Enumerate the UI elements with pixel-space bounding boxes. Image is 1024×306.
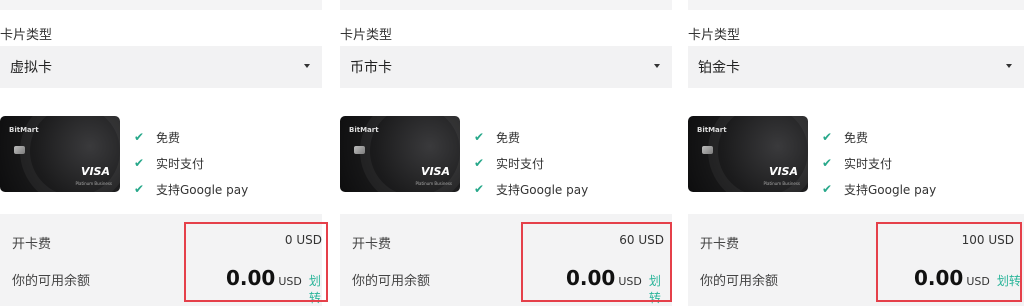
card-image: BitMart VISA Platinum Business (340, 116, 460, 192)
card-tier: Platinum Business (763, 181, 800, 186)
feature-item: ✔ 免费 (822, 130, 869, 145)
feature-item: ✔ 免费 (474, 130, 521, 145)
highlight-box (184, 222, 328, 302)
card-type-value: 币市卡 (350, 60, 392, 76)
card-type-label: 卡片类型 (0, 28, 53, 43)
check-icon: ✔ (822, 182, 833, 196)
check-icon: ✔ (134, 130, 145, 144)
feature-item: ✔ 实时支付 (134, 156, 205, 171)
top-strip (688, 0, 1024, 10)
chip-icon (14, 146, 25, 154)
feature-list: ✔ 免费 ✔ 实时支付 ✔ 支持Google pay (822, 124, 936, 202)
feature-item: ✔ 支持Google pay (474, 182, 589, 197)
card-type-label: 卡片类型 (688, 28, 741, 43)
balance-label: 你的可用余额 (352, 274, 431, 289)
feature-item: ✔ 实时支付 (474, 156, 545, 171)
check-icon: ✔ (474, 130, 485, 144)
card-type-value: 虚拟卡 (10, 60, 52, 76)
card-type-label: 卡片类型 (340, 28, 393, 43)
card-brand: BitMart (9, 126, 39, 134)
feature-item: ✔ 支持Google pay (822, 182, 937, 197)
check-icon: ✔ (474, 182, 485, 196)
check-icon: ✔ (474, 156, 485, 170)
highlight-box (521, 222, 672, 302)
balance-label: 你的可用余额 (700, 274, 779, 289)
check-icon: ✔ (822, 156, 833, 170)
card-type-select[interactable]: 铂金卡 (688, 46, 1024, 88)
check-icon: ✔ (134, 156, 145, 170)
feature-list: ✔ 免费 ✔ 实时支付 ✔ 支持Google pay (134, 124, 248, 202)
card-image: BitMart VISA Platinum Business (0, 116, 120, 192)
highlight-box (876, 222, 1022, 302)
chevron-down-icon (304, 64, 310, 68)
card-tier: Platinum Business (75, 181, 112, 186)
card-network: VISA (768, 165, 798, 178)
chip-icon (702, 146, 713, 154)
feature-item: ✔ 实时支付 (822, 156, 893, 171)
card-network: VISA (80, 165, 110, 178)
card-type-select[interactable]: 币市卡 (340, 46, 672, 88)
chevron-down-icon (654, 64, 660, 68)
feature-item: ✔ 免费 (134, 130, 181, 145)
top-strip (340, 0, 672, 10)
fee-label: 开卡费 (352, 237, 392, 252)
card-network: VISA (420, 165, 450, 178)
check-icon: ✔ (134, 182, 145, 196)
card-image: BitMart VISA Platinum Business (688, 116, 808, 192)
check-icon: ✔ (822, 130, 833, 144)
card-panel-coin: 卡片类型 币市卡 BitMart VISA Platinum Business … (340, 0, 672, 306)
feature-item: ✔ 支持Google pay (134, 182, 249, 197)
chevron-down-icon (1006, 64, 1012, 68)
fee-label: 开卡费 (700, 237, 740, 252)
top-strip (0, 0, 322, 10)
card-brand: BitMart (697, 126, 727, 134)
balance-label: 你的可用余额 (12, 274, 91, 289)
card-panel-platinum: 卡片类型 铂金卡 BitMart VISA Platinum Business … (688, 0, 1024, 306)
card-brand: BitMart (349, 126, 379, 134)
card-type-select[interactable]: 虚拟卡 (0, 46, 322, 88)
card-tier: Platinum Business (415, 181, 452, 186)
chip-icon (354, 146, 365, 154)
fee-label: 开卡费 (12, 237, 52, 252)
card-type-value: 铂金卡 (698, 60, 740, 76)
feature-list: ✔ 免费 ✔ 实时支付 ✔ 支持Google pay (474, 124, 588, 202)
card-panel-virtual: 卡片类型 虚拟卡 BitMart VISA Platinum Business … (0, 0, 328, 306)
